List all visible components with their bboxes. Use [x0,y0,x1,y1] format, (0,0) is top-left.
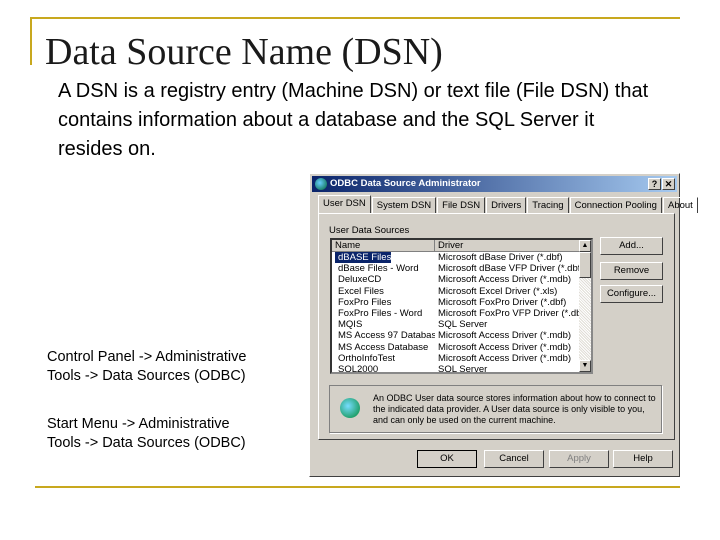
configure-button[interactable]: Configure... [600,285,663,303]
dialog-title: ODBC Data Source Administrator [330,178,481,189]
list-row[interactable]: FoxPro Files Microsoft FoxPro Driver (*.d… [332,297,591,308]
note-start-menu: Start Menu -> Administrative Tools -> Da… [47,416,246,451]
list-header: Name Driver [332,240,591,252]
list-row[interactable]: MS Access Database Microsoft Access Drive… [332,342,591,353]
row-driver: Microsoft Access Driver (*.mdb) [438,341,572,353]
row-name: MS Access Database [338,341,429,353]
row-name: MS Access 97 Database [338,330,435,342]
help-button[interactable]: Help [613,450,673,468]
row-driver: SQL Server [438,319,488,331]
column-name[interactable]: Name [332,240,435,251]
row-driver: Microsoft FoxPro VFP Driver (*.dbf) [438,307,580,319]
list-row[interactable]: MS Access 97 Database Microsoft Access Dr… [332,330,591,341]
tab-strip: User DSN System DSN File DSN Drivers Tra… [318,195,699,213]
cancel-button[interactable]: Cancel [484,450,544,468]
tab-system-dsn[interactable]: System DSN [371,197,437,213]
tab-connection-pooling[interactable]: Connection Pooling [569,197,662,213]
list-row[interactable]: Excel Files Microsoft Excel Driver (*.xls… [332,286,591,297]
list-row[interactable]: MQIS SQL Server [332,319,591,330]
tab-file-dsn[interactable]: File DSN [437,197,486,213]
odbc-dialog: ODBC Data Source Administrator ? ✕ User … [309,173,698,477]
odbc-icon [315,178,327,190]
note-control-panel: Control Panel -> Administrative Tools ->… [47,349,247,384]
slide-title: Data Source Name (DSN) [45,31,443,73]
row-name: Excel Files [338,285,384,297]
list-row[interactable]: OrthoInfoTest Microsoft Access Driver (*.… [332,353,591,364]
section-label: User Data Sources [329,225,410,236]
row-driver: SQL Server [438,363,488,374]
list-row[interactable]: DeluxeCD Microsoft Access Driver (*.mdb) [332,274,591,285]
left-rule [30,17,32,65]
row-name: dBASE Files [335,252,392,263]
list-row[interactable]: SQL2000 SQL Server [332,363,591,374]
row-name: FoxPro Files - Word [338,307,423,319]
tab-drivers[interactable]: Drivers [486,197,527,213]
bottom-rule [35,486,680,488]
scroll-up-icon[interactable]: ▲ [579,240,591,252]
row-driver: Microsoft Excel Driver (*.xls) [438,285,558,297]
tab-about[interactable]: About [662,197,698,213]
row-name: FoxPro Files [338,296,392,308]
row-name: MQIS [338,319,363,331]
row-name: DeluxeCD [338,274,382,286]
scroll-thumb[interactable] [579,252,591,278]
list-row[interactable]: FoxPro Files - Word Microsoft FoxPro VFP … [332,308,591,319]
row-name: dBase Files - Word [338,263,419,275]
info-text: An ODBC User data source stores informat… [373,393,656,425]
row-name: SQL2000 [338,363,379,374]
row-driver: Microsoft Access Driver (*.mdb) [438,352,572,364]
top-rule [30,17,680,19]
scrollbar[interactable]: ▲ ▼ [579,240,591,372]
ok-button[interactable]: OK [417,450,477,468]
globe-icon [340,398,360,418]
list-row[interactable]: dBase Files - Word Microsoft dBase VFP Dr… [332,263,591,274]
row-driver: Microsoft Access Driver (*.mdb) [438,330,572,342]
title-bar: ODBC Data Source Administrator ? ✕ [312,176,677,192]
intro-text: A DSN is a registry entry (Machine DSN) … [58,80,649,160]
info-box: An ODBC User data source stores informat… [329,385,662,433]
scroll-down-icon[interactable]: ▼ [579,360,591,372]
row-name: OrthoInfoTest [338,352,396,364]
list-row[interactable]: dBASE Files Microsoft dBase Driver (*.dbf… [332,252,591,263]
dsn-list[interactable]: Name Driver dBASE Files Microsoft dBase D… [330,238,593,374]
add-button[interactable]: Add... [600,237,663,255]
column-driver[interactable]: Driver [435,240,580,251]
close-icon[interactable]: ✕ [662,178,675,190]
row-driver: Microsoft Access Driver (*.mdb) [438,274,572,286]
row-driver: Microsoft dBase Driver (*.dbf) [438,252,563,263]
remove-button[interactable]: Remove [600,262,663,280]
apply-button[interactable]: Apply [549,450,609,468]
help-icon[interactable]: ? [648,178,661,190]
tab-user-dsn[interactable]: User DSN [318,195,371,213]
tab-tracing[interactable]: Tracing [527,197,569,213]
row-driver: Microsoft dBase VFP Driver (*.dbf) [438,263,580,275]
row-driver: Microsoft FoxPro Driver (*.dbf) [438,296,567,308]
